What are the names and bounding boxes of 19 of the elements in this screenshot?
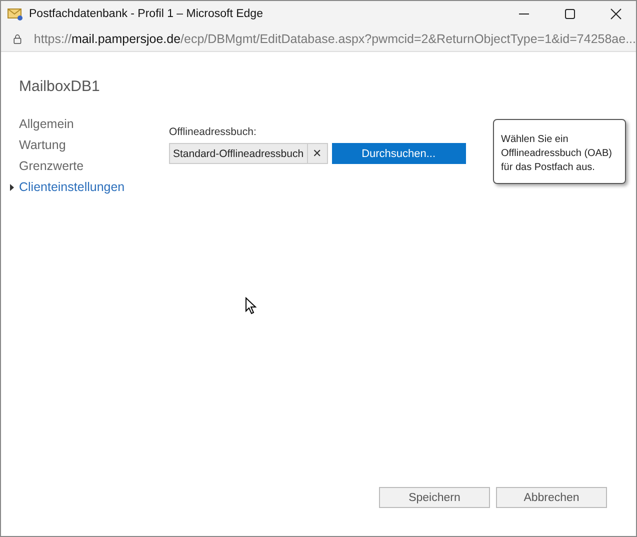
field-label: Offlineadressbuch: bbox=[169, 126, 258, 138]
nav-link[interactable]: Allgemein bbox=[19, 117, 74, 131]
nav-link[interactable]: Grenzwerte bbox=[19, 159, 84, 173]
page-title: MailboxDB1 bbox=[19, 78, 101, 95]
cursor-icon bbox=[245, 297, 257, 315]
window-title: Postfachdatenbank - Profil 1 – Microsoft Edge bbox=[29, 8, 264, 20]
close-icon[interactable] bbox=[610, 8, 622, 20]
dialog-button[interactable]: Speichern bbox=[379, 487, 490, 508]
maximize-icon[interactable] bbox=[564, 8, 576, 20]
dialog-button[interactable]: Abbrechen bbox=[496, 487, 607, 508]
clear-button[interactable]: ✕ bbox=[306, 144, 327, 163]
mail-icon bbox=[7, 6, 23, 20]
caret-icon bbox=[10, 184, 14, 191]
tooltip: Wählen Sie ein Offlineadressbuch (OAB) für das Postfach aus. bbox=[493, 119, 626, 184]
address-book-field[interactable]: Standard-Offlineadressbuch ✕ bbox=[169, 143, 328, 164]
nav-link[interactable]: Clienteinstellungen bbox=[19, 180, 125, 194]
nav-link[interactable]: Wartung bbox=[19, 138, 66, 152]
lock-icon bbox=[13, 32, 22, 46]
browse-button[interactable]: Durchsuchen... bbox=[332, 143, 466, 164]
